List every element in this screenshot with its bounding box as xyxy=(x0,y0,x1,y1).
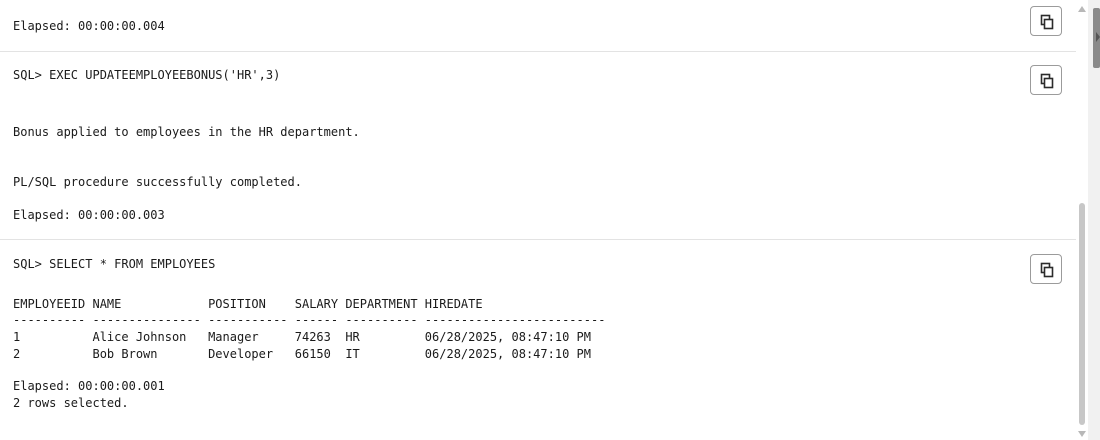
elapsed-time: Elapsed: 00:00:00.004 xyxy=(13,19,165,33)
copy-button[interactable] xyxy=(1030,254,1062,284)
sql-command: SQL> SELECT * FROM EMPLOYEES xyxy=(13,257,216,271)
page-scrollbar[interactable] xyxy=(1088,0,1100,440)
scroll-down-arrow-icon[interactable] xyxy=(1078,431,1086,437)
copy-icon xyxy=(1040,262,1054,278)
output-block-2: SQL> EXEC UPDATEEMPLOYEEBONUS('HR',3) Bo… xyxy=(0,51,1076,240)
scroll-thumb[interactable] xyxy=(1079,203,1085,425)
table-row: 2 Bob Brown Developer 66150 IT 06/28/202… xyxy=(13,347,591,361)
sql-output-panel: Elapsed: 00:00:00.004 SQL> EXEC UPDATEEM… xyxy=(0,0,1100,440)
copy-icon xyxy=(1040,73,1054,89)
table-row: 1 Alice Johnson Manager 74263 HR 06/28/2… xyxy=(13,330,591,344)
elapsed-time: Elapsed: 00:00:00.003 xyxy=(13,208,165,222)
elapsed-time: Elapsed: 00:00:00.001 xyxy=(13,379,165,393)
output-message: PL/SQL procedure successfully completed. xyxy=(13,175,302,189)
output-block-1: Elapsed: 00:00:00.004 xyxy=(0,0,1076,51)
output-block-3: SQL> SELECT * FROM EMPLOYEES EMPLOYEEID … xyxy=(0,239,1076,440)
copy-icon xyxy=(1040,14,1054,30)
rows-selected-message: 2 rows selected. xyxy=(13,396,129,410)
result-table-separator: ---------- --------------- ----------- -… xyxy=(13,313,606,327)
result-table-header: EMPLOYEEID NAME POSITION SALARY DEPARTME… xyxy=(13,297,483,311)
chevron-right-icon xyxy=(1096,32,1100,42)
copy-button[interactable] xyxy=(1030,6,1062,36)
scroll-up-arrow-icon[interactable] xyxy=(1078,6,1086,12)
copy-button[interactable] xyxy=(1030,65,1062,95)
output-scrollbar[interactable] xyxy=(1076,0,1088,440)
output-message: Bonus applied to employees in the HR dep… xyxy=(13,125,360,139)
sql-command: SQL> EXEC UPDATEEMPLOYEEBONUS('HR',3) xyxy=(13,68,281,82)
